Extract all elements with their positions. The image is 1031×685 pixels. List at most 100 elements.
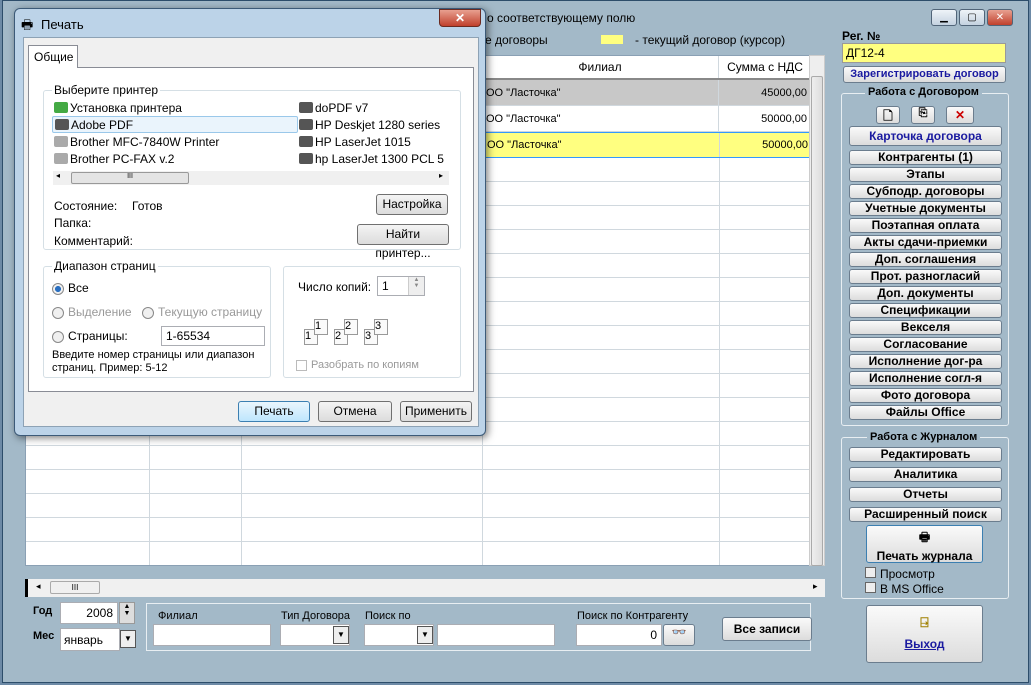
copies-spinner[interactable]: ▲ ▼ bbox=[408, 277, 424, 295]
search-input[interactable] bbox=[437, 624, 555, 646]
apply-button[interactable]: Применить bbox=[400, 401, 472, 422]
scroll-thumb[interactable] bbox=[811, 76, 823, 566]
contract-action-button[interactable]: Исполнение согл-я bbox=[849, 371, 1002, 386]
copy-document-icon[interactable]: ⎘ bbox=[911, 106, 935, 124]
horizontal-scrollbar[interactable]: ◂ III ▸ bbox=[25, 579, 825, 597]
contract-action-button[interactable]: Согласование bbox=[849, 337, 1002, 352]
dialog-close-button[interactable]: ✕ bbox=[439, 9, 481, 27]
find-printer-button[interactable]: Найти принтер... bbox=[357, 224, 449, 260]
copies-label: Число копий: bbox=[298, 280, 372, 294]
settings-button[interactable]: Настройка bbox=[376, 194, 448, 215]
reports-button[interactable]: Отчеты bbox=[849, 487, 1002, 502]
contract-action-button[interactable]: Спецификации bbox=[849, 303, 1002, 318]
chevron-down-icon[interactable]: ▼ bbox=[120, 630, 136, 648]
col-branch[interactable]: Филиал bbox=[482, 56, 719, 78]
close-button[interactable]: ✕ bbox=[987, 9, 1013, 26]
vertical-scrollbar[interactable] bbox=[809, 55, 825, 566]
reg-number-input[interactable]: ДГ12-4 bbox=[842, 43, 1006, 63]
preview-checkbox[interactable]: Просмотр bbox=[865, 567, 935, 581]
chevron-down-icon[interactable]: ▼ bbox=[333, 626, 349, 644]
printer-icon bbox=[299, 119, 313, 130]
dialog-title: Печать bbox=[41, 17, 84, 32]
scroll-thumb[interactable]: III bbox=[71, 172, 189, 184]
printer-label: HP LaserJet 1015 bbox=[315, 134, 411, 149]
contract-action-button[interactable]: Поэтапная оплата bbox=[849, 218, 1002, 233]
radio-selection[interactable]: Выделение bbox=[52, 305, 132, 319]
advanced-search-button[interactable]: Расширенный поиск bbox=[849, 507, 1002, 522]
radio-selection-label: Выделение bbox=[68, 305, 132, 319]
year-label: Год bbox=[33, 605, 53, 617]
printer-item[interactable]: hp LaserJet 1300 PCL 5 bbox=[299, 150, 444, 167]
contract-action-button[interactable]: Исполнение дог-ра bbox=[849, 354, 1002, 369]
printer-icon bbox=[55, 119, 69, 130]
printer-item[interactable]: Brother PC-FAX v.2 bbox=[54, 150, 174, 167]
radio-current-page[interactable]: Текущую страницу bbox=[142, 305, 262, 319]
printer-group: Выберите принтер Установка принтера Adob… bbox=[43, 83, 461, 260]
col-sum[interactable]: Сумма с НДС bbox=[719, 56, 812, 78]
tab-general[interactable]: Общие bbox=[28, 45, 78, 68]
contract-action-button[interactable]: Файлы Office bbox=[849, 405, 1002, 420]
printer-item-selected[interactable]: Adobe PDF bbox=[52, 116, 298, 133]
year-input[interactable]: 2008 bbox=[60, 602, 118, 624]
minimize-button[interactable]: ▁ bbox=[931, 9, 957, 26]
year-spinner[interactable]: ▲ ▼ bbox=[119, 602, 135, 624]
cell-sum: 50000,00 bbox=[720, 133, 813, 157]
comment-label: Комментарий: bbox=[54, 234, 133, 248]
all-records-button[interactable]: Все записи bbox=[722, 617, 812, 641]
printer-list-scrollbar[interactable]: ◂ III ▸ bbox=[53, 171, 449, 185]
contract-action-button[interactable]: Субподр. договоры bbox=[849, 184, 1002, 199]
page-range-label: Диапазон страниц bbox=[52, 259, 158, 273]
pages-input[interactable]: 1-65534 bbox=[161, 326, 265, 346]
chevron-down-icon[interactable]: ▼ bbox=[417, 626, 433, 644]
printer-item[interactable]: doPDF v7 bbox=[299, 99, 368, 116]
branch-input[interactable] bbox=[153, 624, 271, 646]
contract-action-button[interactable]: Доп. соглашения bbox=[849, 252, 1002, 267]
print-button[interactable]: Печать bbox=[238, 401, 310, 422]
ms-office-label: В MS Office bbox=[880, 582, 944, 596]
maximize-button[interactable]: ▢ bbox=[959, 9, 985, 26]
month-select[interactable]: январь bbox=[60, 628, 120, 651]
contract-action-button[interactable]: Учетные документы bbox=[849, 201, 1002, 216]
analytics-button[interactable]: Аналитика bbox=[849, 467, 1002, 482]
radio-pages[interactable]: Страницы: bbox=[52, 329, 128, 343]
new-document-icon[interactable]: 🗋 bbox=[876, 106, 900, 124]
printer-icon bbox=[299, 153, 313, 164]
contract-action-button[interactable]: Этапы bbox=[849, 167, 1002, 182]
legend-yellow-swatch bbox=[601, 35, 623, 44]
contract-action-button[interactable]: Акты сдачи-приемки bbox=[849, 235, 1002, 250]
printer-item[interactable]: Установка принтера bbox=[54, 99, 182, 116]
hscroll-thumb[interactable]: III bbox=[50, 581, 100, 594]
exit-button[interactable]: ⍈ Выход bbox=[866, 605, 983, 663]
status-label: Состояние: bbox=[54, 199, 118, 213]
contract-action-button[interactable]: Прот. разногласий bbox=[849, 269, 1002, 284]
collate-label: Разобрать по копиям bbox=[311, 359, 419, 371]
contract-action-button[interactable]: Векселя bbox=[849, 320, 1002, 335]
contract-action-button[interactable]: Фото договора bbox=[849, 388, 1002, 403]
contract-action-button[interactable]: Доп. документы bbox=[849, 286, 1002, 301]
print-journal-button[interactable]: 🖶 Печать журнала bbox=[866, 525, 983, 563]
printer-item[interactable]: HP Deskjet 1280 series bbox=[299, 116, 440, 133]
pages-hint: Введите номер страницы или диапазон стра… bbox=[52, 349, 255, 374]
printer-label: Brother PC-FAX v.2 bbox=[70, 151, 175, 166]
default-printer-icon bbox=[54, 136, 68, 147]
cancel-button[interactable]: Отмена bbox=[318, 401, 392, 422]
register-contract-button[interactable]: Зарегистрировать договор bbox=[843, 66, 1006, 83]
delete-icon[interactable]: ✕ bbox=[946, 106, 974, 124]
copies-group: Число копий: 1 ▲ ▼ 1 1 2 2 3 3 Разобрать … bbox=[283, 266, 461, 378]
binoculars-icon[interactable]: 👓 bbox=[663, 624, 695, 646]
printer-item[interactable]: HP LaserJet 1015 bbox=[299, 133, 411, 150]
printer-label: Установка принтера bbox=[70, 100, 182, 115]
printer-icon bbox=[299, 102, 313, 113]
contract-card-button[interactable]: Карточка договора bbox=[849, 126, 1002, 146]
ms-office-checkbox[interactable]: В MS Office bbox=[865, 582, 944, 596]
printer-item[interactable]: Brother MFC-7840W Printer bbox=[54, 133, 219, 150]
edit-button[interactable]: Редактировать bbox=[849, 447, 1002, 462]
radio-all[interactable]: Все bbox=[52, 281, 89, 295]
collate-checkbox[interactable]: Разобрать по копиям bbox=[296, 359, 419, 371]
contract-action-button[interactable]: Контрагенты (1) bbox=[849, 150, 1002, 165]
counterparty-input[interactable]: 0 bbox=[576, 624, 662, 646]
counterparty-label: Поиск по Контрагенту bbox=[577, 610, 689, 622]
printer-label: Adobe PDF bbox=[71, 117, 134, 132]
printer-label: HP Deskjet 1280 series bbox=[315, 117, 441, 132]
status-value: Готов bbox=[132, 199, 163, 213]
